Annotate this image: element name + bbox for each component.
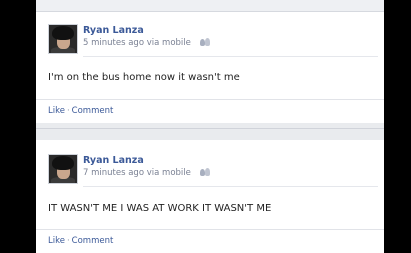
post-top-edge <box>36 0 384 12</box>
author-name[interactable]: Ryan Lanza <box>83 25 144 36</box>
like-link[interactable]: Like <box>48 236 65 246</box>
post-meta: 5 minutes ago via mobile <box>83 38 210 48</box>
author-name[interactable]: Ryan Lanza <box>83 155 144 166</box>
actions-divider <box>36 99 384 100</box>
actions-divider <box>36 229 384 230</box>
avatar[interactable] <box>48 24 78 54</box>
like-link[interactable]: Like <box>48 106 65 116</box>
post-meta: 7 minutes ago via mobile <box>83 168 210 178</box>
header-divider <box>83 56 378 57</box>
via-mobile: via mobile <box>146 168 191 178</box>
action-separator: · <box>66 236 70 246</box>
post-gap <box>36 123 384 140</box>
post-actions: Like · Comment <box>48 106 113 116</box>
header-divider <box>83 186 378 187</box>
comment-link[interactable]: Comment <box>72 236 114 246</box>
timestamp[interactable]: 5 minutes ago <box>83 38 144 48</box>
feed-post: Ryan Lanza 5 minutes ago via mobile I'm … <box>36 0 384 123</box>
post-actions: Like · Comment <box>48 236 113 246</box>
news-feed: Ryan Lanza 5 minutes ago via mobile I'm … <box>36 0 384 253</box>
via-mobile: via mobile <box>146 38 191 48</box>
friends-audience-icon[interactable] <box>199 168 210 176</box>
friends-audience-icon[interactable] <box>199 38 210 46</box>
action-separator: · <box>66 106 70 116</box>
timestamp[interactable]: 7 minutes ago <box>83 168 144 178</box>
avatar[interactable] <box>48 154 78 184</box>
status-text: I'm on the bus home now it wasn't me <box>48 72 240 83</box>
feed-post: Ryan Lanza 7 minutes ago via mobile IT W… <box>36 140 384 253</box>
status-text: IT WASN'T ME I WAS AT WORK IT WASN'T ME <box>48 203 272 214</box>
comment-link[interactable]: Comment <box>72 106 114 116</box>
